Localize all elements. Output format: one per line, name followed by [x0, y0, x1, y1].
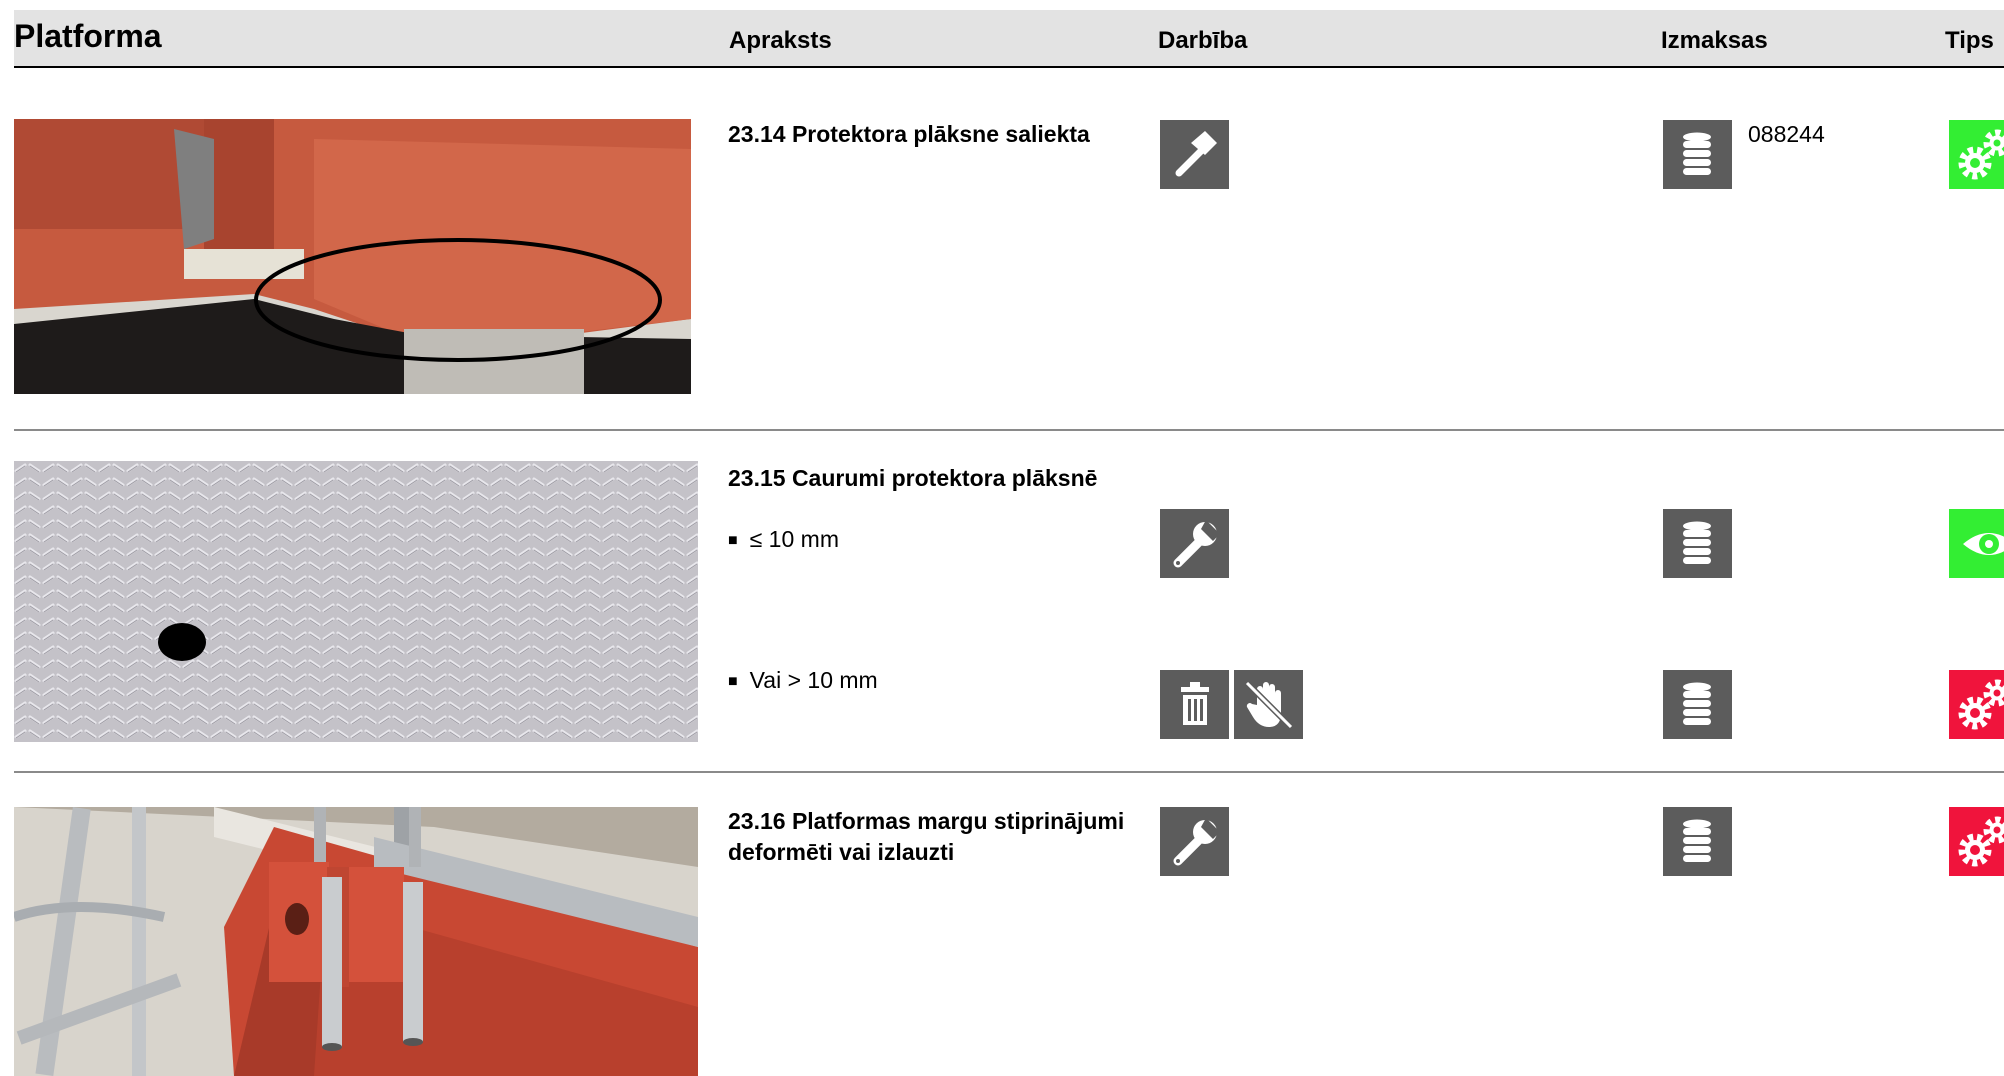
row-23-16-title-line2: deformēti vai izlauzti — [728, 839, 955, 865]
page-title: Platforma — [14, 18, 162, 54]
option-label: Vai > 10 mm — [749, 667, 878, 693]
column-header-description: Apraksts — [729, 27, 832, 54]
gears-icon — [1949, 120, 2004, 189]
gears-icon — [1949, 670, 2004, 739]
bullet-square-icon: ■ — [728, 532, 738, 549]
trash-icon[interactable] — [1160, 670, 1229, 739]
row-divider — [14, 771, 2004, 773]
column-header-cost: Izmaksas — [1661, 27, 1768, 54]
hammer-icon[interactable] — [1160, 120, 1229, 189]
wrench-icon[interactable] — [1160, 807, 1229, 876]
gears-icon — [1949, 807, 2004, 876]
bullet-square-icon: ■ — [728, 673, 738, 690]
row-23-16-title: 23.16 Platformas margu stiprinājumi defo… — [728, 806, 1124, 868]
cost-value: 088244 — [1748, 121, 1825, 147]
column-header-action: Darbība — [1158, 27, 1248, 54]
row-23-16-title-line1: 23.16 Platformas margu stiprinājumi — [728, 808, 1125, 834]
coins-icon[interactable] — [1663, 120, 1732, 189]
bent-tread-plate-photo — [14, 119, 691, 394]
eye-icon — [1949, 509, 2004, 578]
wrench-icon[interactable] — [1160, 509, 1229, 578]
coins-icon[interactable] — [1663, 509, 1732, 578]
table-header: Platforma Apraksts Darbība Izmaksas Tips — [14, 10, 2004, 68]
railing-mount-photo — [14, 807, 698, 1076]
coins-icon[interactable] — [1663, 670, 1732, 739]
column-header-tip: Tips — [1945, 27, 1994, 54]
option-label: ≤ 10 mm — [749, 526, 839, 552]
row-23-14-title: 23.14 Protektora plāksne saliekta — [728, 121, 1090, 147]
row-23-15-title: 23.15 Caurumi protektora plāksnē — [728, 465, 1098, 491]
coins-icon[interactable] — [1663, 807, 1732, 876]
tread-plate-hole-photo — [14, 461, 698, 742]
row-divider — [14, 429, 2004, 431]
no-hand-icon[interactable] — [1234, 670, 1303, 739]
option-small-hole: ■ ≤ 10 mm — [728, 524, 839, 558]
option-large-hole: ■ Vai > 10 mm — [728, 665, 878, 699]
